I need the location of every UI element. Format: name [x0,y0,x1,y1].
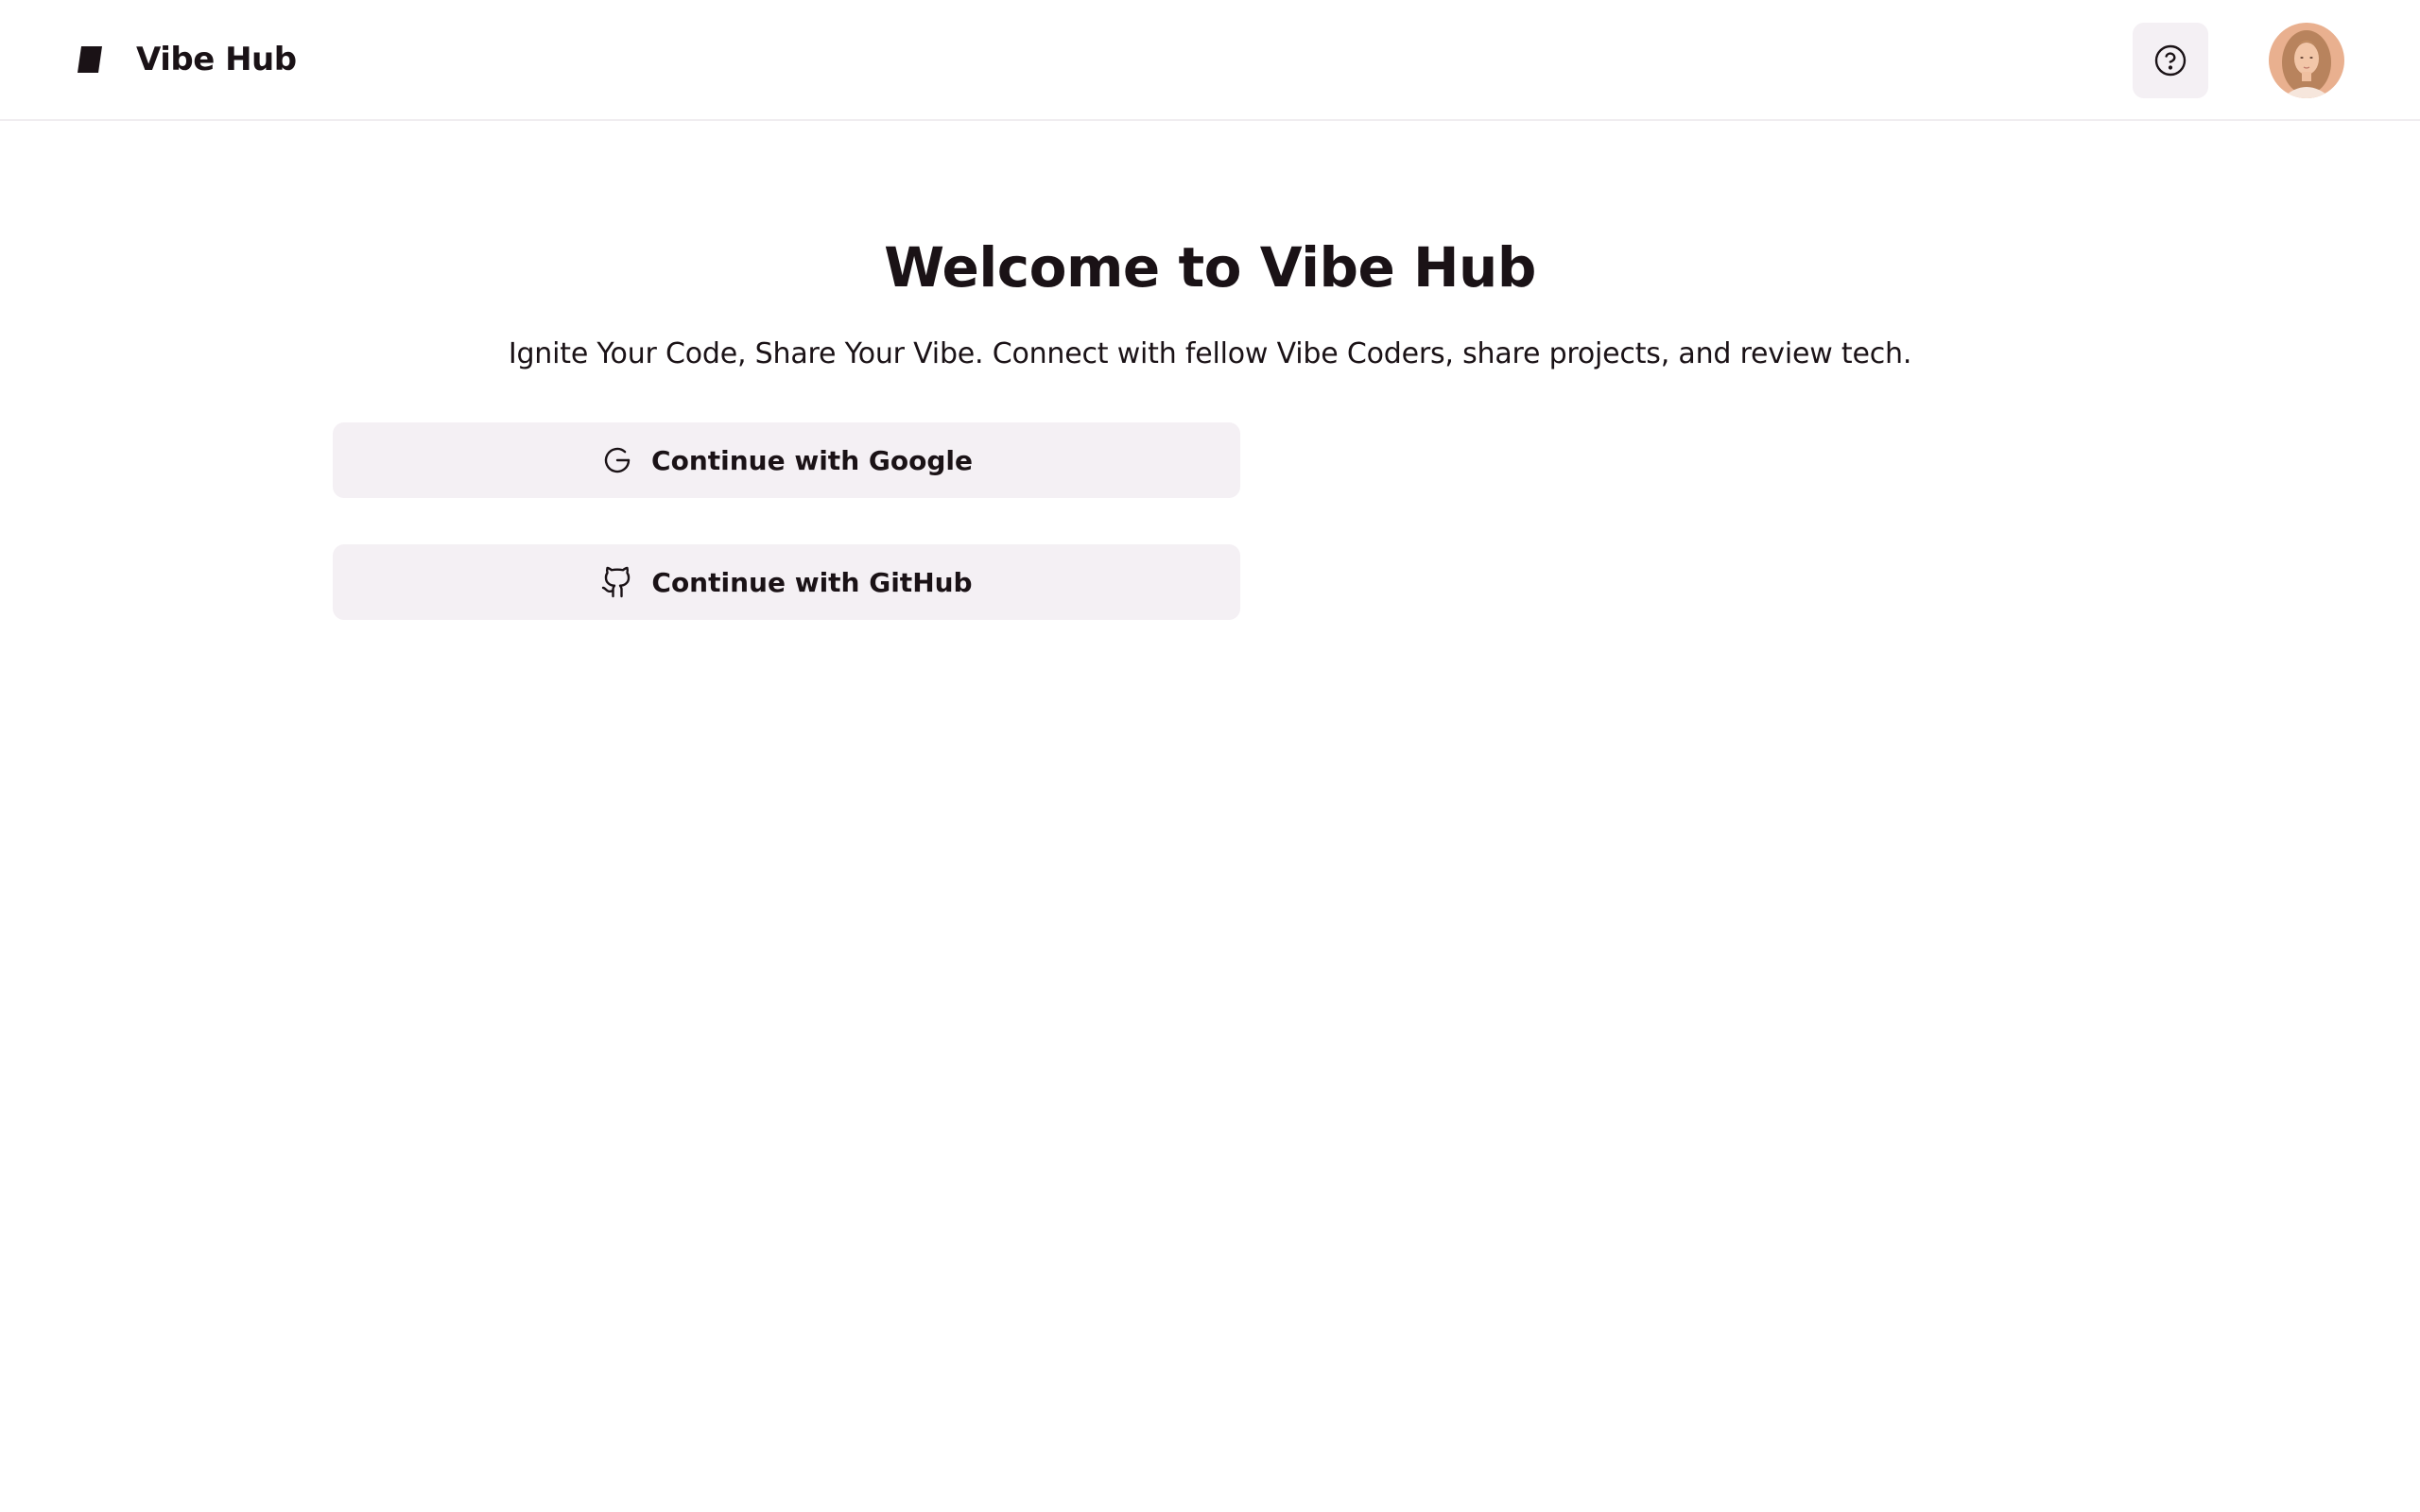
page-subtitle: Ignite Your Code, Share Your Vibe. Conne… [508,337,1912,370]
vibe-hub-logo-icon [78,46,102,73]
avatar-image [2269,23,2344,98]
brand[interactable]: Vibe Hub [74,28,297,91]
top-header: Vibe Hub [0,0,2420,121]
google-button-label: Continue with Google [651,444,973,476]
continue-with-github-button[interactable]: Continue with GitHub [333,544,1240,620]
continue-with-google-button[interactable]: Continue with Google [333,422,1240,498]
user-avatar[interactable] [2269,23,2344,98]
google-icon [604,447,631,473]
github-icon [602,566,631,598]
help-button[interactable] [2133,23,2208,98]
brand-name: Vibe Hub [136,41,297,78]
page-title: Welcome to Vibe Hub [884,235,1536,300]
github-button-label: Continue with GitHub [651,566,973,598]
help-circle-icon [2154,44,2187,77]
